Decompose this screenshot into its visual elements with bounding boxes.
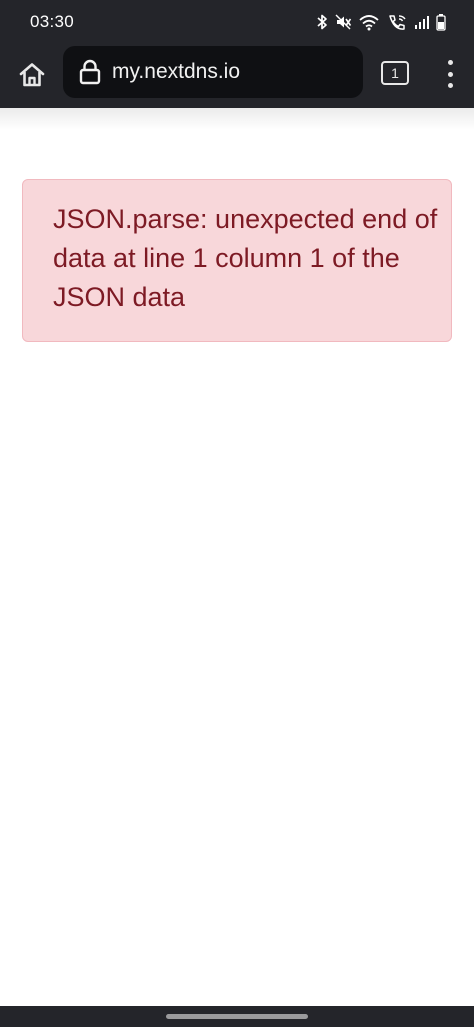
tab-switcher-button[interactable]: 1 xyxy=(381,61,409,85)
status-icons xyxy=(316,11,446,33)
signal-icon xyxy=(415,16,429,29)
browser-window: 03:30 my.nextdns.io 1 JSON.parse: unexpe… xyxy=(0,0,474,1027)
lock-icon[interactable] xyxy=(79,59,101,85)
battery-icon xyxy=(436,14,446,31)
address-bar[interactable]: my.nextdns.io xyxy=(63,46,363,98)
toolbar-shadow xyxy=(0,108,474,130)
error-alert: JSON.parse: unexpected end of data at li… xyxy=(22,179,452,342)
status-bar: 03:30 xyxy=(0,0,474,44)
bluetooth-icon xyxy=(317,14,327,30)
system-nav-bar xyxy=(0,1006,474,1027)
wifi-icon xyxy=(359,15,379,31)
more-menu-button[interactable] xyxy=(438,58,462,90)
status-time: 03:30 xyxy=(30,12,75,31)
home-icon xyxy=(19,63,45,87)
browser-toolbar: my.nextdns.io 1 xyxy=(0,44,474,108)
wifi-calling-icon xyxy=(389,15,406,30)
gesture-handle[interactable] xyxy=(166,1014,308,1019)
home-button[interactable] xyxy=(14,57,50,93)
mute-icon xyxy=(335,14,352,30)
tab-count: 1 xyxy=(391,65,399,81)
url-text[interactable]: my.nextdns.io xyxy=(112,60,240,84)
error-message: JSON.parse: unexpected end of data at li… xyxy=(53,204,438,312)
